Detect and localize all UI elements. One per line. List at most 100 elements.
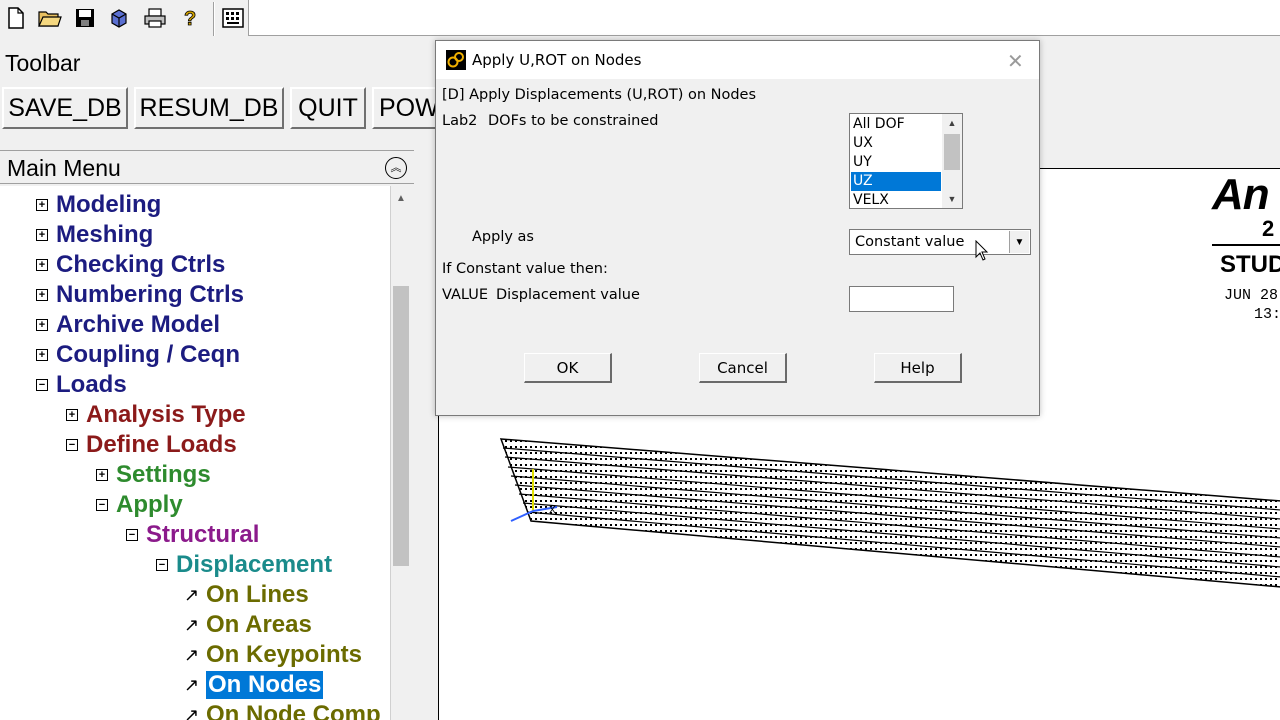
ansys-edition: STUD: [1220, 251, 1280, 278]
resum-db-button[interactable]: RESUM_DB: [134, 87, 284, 129]
expand-icon[interactable]: +: [36, 199, 48, 211]
save-db-button[interactable]: SAVE_DB: [2, 87, 128, 129]
tree-item-structural[interactable]: − Structural: [126, 520, 259, 550]
main-menu-tree: + Modeling + Meshing + Checking Ctrls + Numb…: [0, 186, 390, 720]
tree-item-label: Settings: [116, 461, 211, 488]
open-folder-icon[interactable]: [36, 4, 64, 32]
save-icon[interactable]: [71, 4, 99, 32]
power-graphics-button[interactable]: POW: [372, 87, 442, 129]
new-file-icon[interactable]: [2, 4, 30, 32]
tree-item-on-lines[interactable]: ↗ On Lines: [184, 580, 309, 610]
tree-item-checking-ctrls[interactable]: + Checking Ctrls: [36, 250, 225, 280]
ansys-app-icon: [446, 50, 466, 70]
expand-icon[interactable]: +: [96, 469, 108, 481]
chevron-down-icon[interactable]: ▼: [1009, 231, 1029, 253]
apply-u-rot-dialog: Apply U,ROT on Nodes ✕ [D] Apply Displac…: [435, 40, 1040, 416]
tree-item-label: Archive Model: [56, 311, 221, 338]
svg-text:?: ?: [184, 8, 196, 30]
tree-item-settings[interactable]: + Settings: [96, 460, 211, 490]
lab2-label: DOFs to be constrained: [488, 113, 659, 129]
tree-item-on-areas[interactable]: ↗ On Areas: [184, 610, 312, 640]
collapse-node-icon[interactable]: −: [126, 529, 138, 541]
ansys-logo: An: [1212, 170, 1270, 219]
listbox-scrollbar[interactable]: ▲ ▼: [942, 114, 962, 208]
collapse-node-icon[interactable]: −: [36, 379, 48, 391]
collapse-node-icon[interactable]: −: [156, 559, 168, 571]
apply-as-label: Apply as: [472, 229, 534, 245]
tree-item-loads[interactable]: − Loads: [36, 370, 127, 400]
dialog-titlebar[interactable]: Apply U,ROT on Nodes ✕: [436, 41, 1039, 79]
tree-item-archive-model[interactable]: + Archive Model: [36, 310, 220, 340]
print-icon[interactable]: [141, 4, 169, 32]
tree-item-numbering-ctrls[interactable]: + Numbering Ctrls: [36, 280, 244, 310]
mouse-cursor-icon: [975, 239, 989, 262]
tree-item-label: Checking Ctrls: [56, 251, 226, 278]
main-menu-scrollbar[interactable]: ▲: [390, 186, 410, 720]
expand-icon[interactable]: +: [66, 409, 78, 421]
collapse-node-icon[interactable]: −: [96, 499, 108, 511]
main-menu-title: Main Menu: [7, 155, 121, 181]
tree-item-modeling[interactable]: + Modeling: [36, 190, 161, 220]
if-constant-label: If Constant value then:: [442, 261, 608, 277]
lab2-code: Lab2: [442, 113, 478, 129]
tree-item-label: Coupling / Ceqn: [56, 341, 240, 368]
collapse-node-icon[interactable]: −: [66, 439, 78, 451]
action-arrow-icon: ↗: [184, 674, 200, 695]
apply-as-select[interactable]: Constant value ▼: [849, 229, 1031, 255]
tree-item-coupling-ceqn[interactable]: + Coupling / Ceqn: [36, 340, 240, 370]
tree-item-define-loads[interactable]: − Define Loads: [66, 430, 237, 460]
plot-date: JUN 28: [1224, 287, 1279, 304]
ansys-window: ? Toolbar SAVE_DB RESUM_DB QUIT POW Main…: [0, 0, 1280, 720]
tree-item-label: Analysis Type: [86, 401, 246, 428]
displacement-value-input[interactable]: [849, 286, 954, 312]
tree-item-on-nodes[interactable]: ↗ On Nodes: [184, 670, 324, 700]
command-input[interactable]: [248, 0, 1280, 36]
cancel-button[interactable]: Cancel: [699, 353, 787, 383]
tree-item-label: On Areas: [206, 611, 312, 638]
list-item-selected[interactable]: UZ: [851, 172, 941, 191]
tree-item-displacement[interactable]: − Displacement: [156, 550, 332, 580]
keyboard-icon[interactable]: [219, 4, 247, 32]
expand-icon[interactable]: +: [36, 289, 48, 301]
scroll-thumb[interactable]: [944, 134, 960, 170]
tree-item-label: Meshing: [56, 221, 154, 248]
tree-item-on-keypoints[interactable]: ↗ On Keypoints: [184, 640, 362, 670]
tree-item-label: On Lines: [206, 581, 309, 608]
list-item[interactable]: VELX: [851, 191, 941, 208]
cube-icon[interactable]: [105, 4, 133, 32]
help-icon[interactable]: ?: [176, 4, 204, 32]
collapse-icon[interactable]: ︽: [385, 157, 407, 179]
tree-item-label: Define Loads: [86, 431, 237, 458]
list-item[interactable]: UX: [851, 134, 941, 153]
expand-icon[interactable]: +: [36, 259, 48, 271]
list-item[interactable]: UY: [851, 153, 941, 172]
tree-item-analysis-type[interactable]: + Analysis Type: [66, 400, 246, 430]
dof-listbox[interactable]: All DOF UX UY UZ VELX ▲ ▼: [849, 113, 963, 209]
ok-button[interactable]: OK: [524, 353, 612, 383]
toolbar-title: Toolbar: [5, 50, 81, 76]
scroll-up-icon[interactable]: ▲: [391, 186, 411, 210]
close-icon[interactable]: ✕: [1007, 49, 1024, 73]
tree-item-label: Numbering Ctrls: [56, 281, 245, 308]
expand-icon[interactable]: +: [36, 319, 48, 331]
main-menu-header: Main Menu ︽: [0, 150, 414, 184]
quit-button[interactable]: QUIT: [290, 87, 366, 129]
tree-item-label: Displacement: [176, 551, 333, 578]
tree-item-label: On Nodes: [206, 671, 324, 699]
action-arrow-icon: ↗: [184, 704, 200, 720]
expand-icon[interactable]: +: [36, 229, 48, 241]
tree-item-apply[interactable]: − Apply: [96, 490, 183, 520]
help-button[interactable]: Help: [874, 353, 962, 383]
scroll-down-icon[interactable]: ▼: [942, 190, 962, 208]
tree-item-meshing[interactable]: + Meshing: [36, 220, 153, 250]
dialog-heading: [D] Apply Displacements (U,ROT) on Nodes: [442, 87, 757, 103]
tree-item-on-node-comp[interactable]: ↗ On Node Comp: [184, 700, 381, 720]
tree-item-label: Apply: [116, 491, 183, 518]
scroll-up-icon[interactable]: ▲: [942, 114, 962, 132]
scroll-thumb[interactable]: [393, 286, 409, 566]
list-item[interactable]: All DOF: [851, 115, 941, 134]
apply-as-value: Constant value: [855, 234, 965, 250]
expand-icon[interactable]: +: [36, 349, 48, 361]
dialog-title: Apply U,ROT on Nodes: [472, 51, 642, 69]
tree-item-label: On Node Comp: [206, 701, 381, 720]
